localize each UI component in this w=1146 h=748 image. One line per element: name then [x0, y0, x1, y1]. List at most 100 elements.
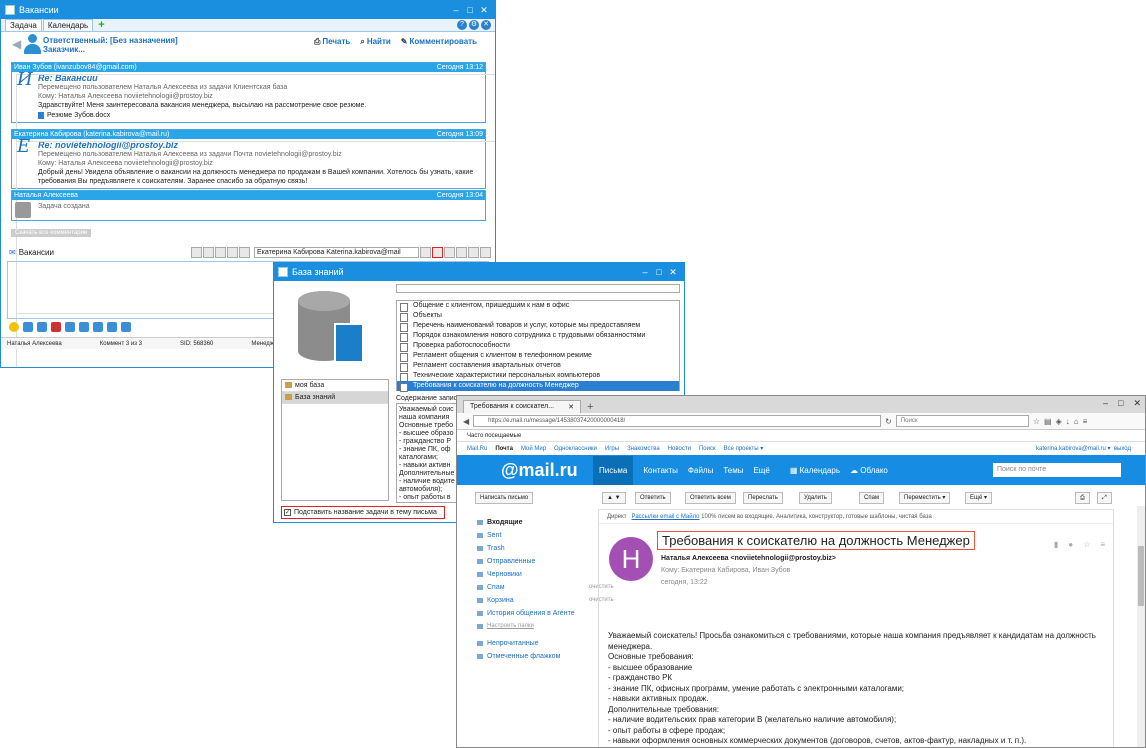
tab-more[interactable]: Ещё	[753, 466, 769, 475]
tree-item-my-base[interactable]: моя база	[282, 380, 388, 392]
more-icon[interactable]: ≡	[1100, 540, 1105, 549]
paperclip-icon[interactable]	[23, 322, 33, 332]
download-all-button[interactable]: Скачать все комментарии	[11, 229, 92, 237]
folder-sent[interactable]: Sent	[477, 529, 597, 542]
close-tab-icon[interactable]: ✕	[481, 20, 491, 30]
list-item[interactable]: Регламент составления квартальных отчето…	[397, 361, 679, 372]
portal-link[interactable]: Почта	[495, 446, 513, 452]
list-item[interactable]: Перечень наименований товаров и услуг, к…	[397, 321, 679, 332]
find-button[interactable]: ⌕ Найти	[360, 37, 390, 47]
smile-icon[interactable]	[9, 322, 19, 332]
close-tab-icon[interactable]: ✕	[568, 403, 574, 411]
toolbar-button[interactable]	[191, 246, 202, 258]
tab-letters[interactable]: Письма	[593, 455, 634, 485]
star-icon[interactable]: ☆	[1083, 540, 1090, 549]
letter-from[interactable]: Наталья Алексеева <noviietehnologii@pros…	[661, 553, 836, 565]
bookmark-icon[interactable]: ▮	[1054, 540, 1058, 549]
list-item-selected[interactable]: Требования к соискателю на должность Мен…	[397, 381, 679, 392]
mail-search-input[interactable]: Поиск по почте	[993, 463, 1121, 477]
customer-link[interactable]: Заказчик...	[43, 45, 178, 54]
delete-button[interactable]: Удалить	[799, 492, 832, 504]
reload-icon[interactable]: ↻	[885, 417, 892, 426]
portal-link[interactable]: Одноклассники	[554, 446, 597, 452]
star-icon[interactable]: ☆	[1033, 417, 1040, 426]
list-item[interactable]: Объекты	[397, 311, 679, 322]
print-icon[interactable]: ⎙	[1075, 492, 1090, 504]
ad-link[interactable]: Рассылки email с Майло	[632, 514, 700, 520]
folder-inbox[interactable]: Входящие	[477, 516, 597, 529]
list-item[interactable]: Проверка работоспособности	[397, 341, 679, 352]
new-tab-icon[interactable]: +	[587, 401, 593, 413]
tree-item-knowledge-base[interactable]: База знаний	[282, 392, 388, 404]
tab-calendar[interactable]: Календарь	[42, 19, 94, 31]
maximize-button[interactable]: □	[463, 5, 477, 15]
calculator-icon[interactable]	[51, 322, 61, 332]
list-item[interactable]: Технические характеристики персональных …	[397, 371, 679, 382]
portal-link[interactable]: Все проекты ▾	[724, 445, 764, 452]
reply-button[interactable]: Ответить	[635, 492, 671, 504]
portal-link[interactable]: Mail.Ru	[467, 446, 487, 452]
list-item[interactable]: Порядок ознакомления нового сотрудника с…	[397, 331, 679, 342]
portal-link[interactable]: Новости	[668, 446, 691, 452]
refresh-icon[interactable]	[121, 322, 131, 332]
minimize-button[interactable]: –	[449, 5, 463, 15]
spam-button[interactable]: Спам	[859, 492, 885, 504]
print-button[interactable]: ⎙ Печать	[314, 37, 350, 47]
more-button[interactable]: Ещё ▾	[965, 492, 992, 504]
add-tab-icon[interactable]: +	[98, 20, 104, 31]
direct-label[interactable]: Директ	[607, 514, 627, 520]
portal-link[interactable]: Знакомства	[627, 446, 660, 452]
microphone-icon[interactable]	[65, 322, 75, 332]
browser-search-input[interactable]: Поиск	[895, 415, 1029, 427]
image-icon[interactable]	[37, 322, 47, 332]
folder-trash[interactable]: Trash	[477, 542, 597, 555]
toolbar-button[interactable]	[215, 246, 226, 258]
tab-files[interactable]: Файлы	[688, 466, 713, 475]
help-icon[interactable]: ?	[457, 20, 467, 30]
folder-agent-history[interactable]: История общения в Агенте	[477, 607, 597, 620]
kb-search-input[interactable]	[396, 284, 680, 293]
dot-icon[interactable]: ●	[1068, 540, 1073, 549]
list-item[interactable]: Общение с клиентом, пришедшим к нам в оф…	[397, 301, 679, 312]
back-icon[interactable]: ◀	[463, 417, 469, 426]
move-button[interactable]: Переместить ▾	[899, 492, 951, 504]
close-button[interactable]: ✕	[477, 5, 491, 16]
minimize-button[interactable]: –	[638, 267, 652, 277]
download-icon[interactable]: ↓	[1066, 417, 1070, 426]
cloud-link[interactable]: ☁ Облако	[850, 466, 888, 475]
toolbar-button[interactable]	[456, 246, 467, 258]
copy-icon[interactable]	[93, 322, 103, 332]
sort-button[interactable]: ▲ ▼	[602, 492, 626, 504]
pocket-icon[interactable]: ◈	[1056, 417, 1062, 426]
menu-icon[interactable]: ≡	[1083, 417, 1088, 426]
settings-icon[interactable]: ⚙	[469, 20, 479, 30]
home-icon[interactable]: ⌂	[1074, 417, 1079, 426]
portal-link[interactable]: Игры	[605, 446, 619, 452]
write-letter-button[interactable]: Написать письмо	[475, 492, 534, 504]
close-button[interactable]: ✕	[1133, 398, 1141, 409]
toolbar-button[interactable]	[420, 246, 431, 258]
folder-unread[interactable]: Непрочитанные	[477, 637, 597, 650]
responsible-link[interactable]: Ответственный: [Без назначения]	[43, 36, 178, 45]
tab-task[interactable]: Задача	[5, 19, 42, 31]
folder-sent-ru[interactable]: Отправленные	[477, 555, 597, 568]
user-menu[interactable]: katerina.kabirova@mail.ru ▾ выход	[1036, 445, 1131, 452]
toolbar-button[interactable]	[444, 246, 455, 258]
toolbar-button[interactable]	[239, 246, 250, 258]
maximize-button[interactable]: □	[1118, 398, 1123, 409]
close-button[interactable]: ✕	[666, 267, 680, 278]
recipient-select[interactable]: Екатерина Кабирова Katerina.kabirova@mai…	[254, 246, 419, 258]
folder-drafts[interactable]: Черновики	[477, 568, 597, 581]
reply-all-button[interactable]: Ответить всем	[685, 492, 736, 504]
back-arrow-icon[interactable]: ◀	[12, 37, 21, 51]
toolbar-button[interactable]	[227, 246, 238, 258]
browser-tab[interactable]: Требования к соискател... ✕	[463, 400, 581, 413]
clock-icon[interactable]	[468, 246, 479, 258]
folder-bin[interactable]: Корзина очистить	[477, 594, 614, 607]
url-input[interactable]: https://e.mail.ru/message/14538037420000…	[473, 415, 882, 427]
forward-button[interactable]: Переслать	[743, 492, 783, 504]
expand-icon[interactable]: ⤢	[1097, 492, 1112, 504]
paste-icon[interactable]	[107, 322, 117, 332]
list-item[interactable]: Регламент общения с клиентом в телефонно…	[397, 351, 679, 362]
email-icon[interactable]	[432, 246, 443, 258]
